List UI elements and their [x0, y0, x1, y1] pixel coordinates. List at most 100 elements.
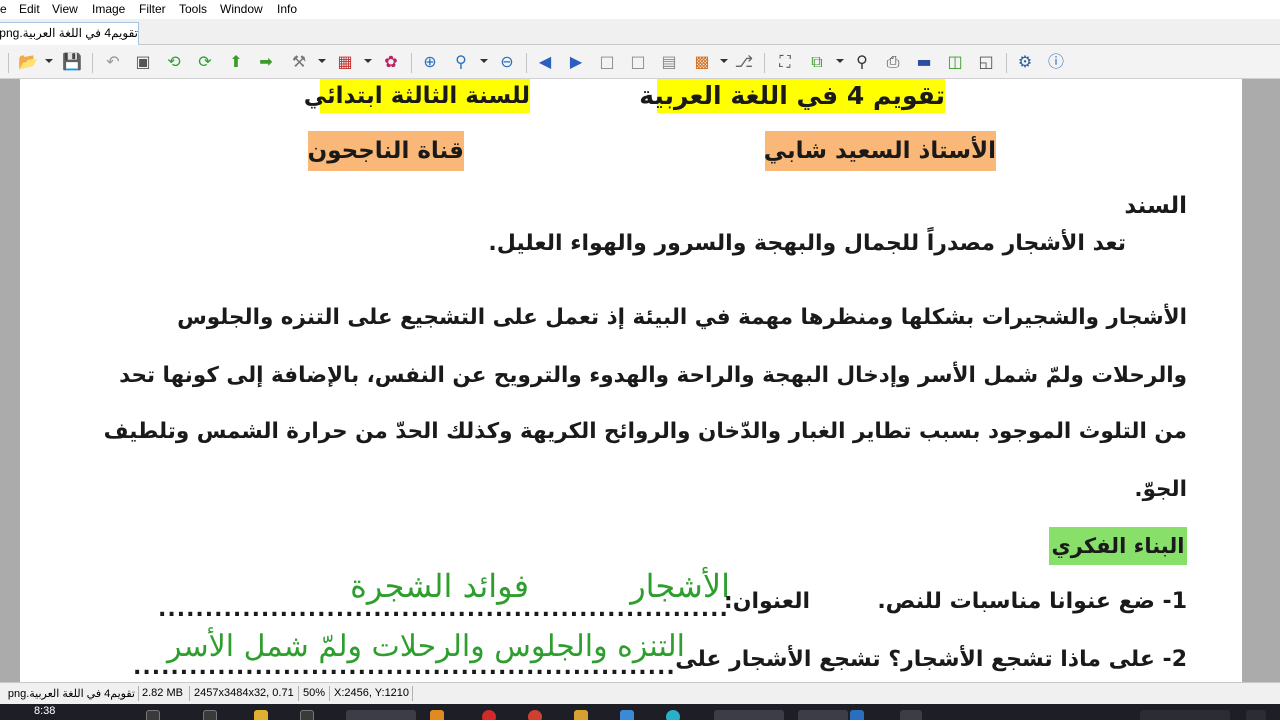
tools-icon[interactable]: ⚒: [289, 52, 309, 72]
file-explorer-icon[interactable]: [254, 710, 268, 720]
open-folder-icon[interactable]: 📂: [18, 52, 38, 72]
save-icon[interactable]: 💾: [62, 52, 82, 72]
copy-icon[interactable]: ⧉: [807, 52, 827, 72]
fit-window-icon[interactable]: ⛶: [775, 52, 795, 72]
status-separator: [412, 686, 413, 701]
zoom-dropdown-icon[interactable]: [480, 59, 488, 63]
menu-edit[interactable]: Edit: [19, 2, 40, 16]
notification-icon[interactable]: [1246, 710, 1266, 720]
status-separator: [298, 686, 299, 701]
doc-paragraph-line: والرحلات ولمّ شمل الأسر وإدخال البهجة وا…: [119, 363, 1187, 388]
taskbar-window-button[interactable]: [798, 710, 848, 720]
doc-answer-dots: ........................................…: [133, 655, 675, 680]
status-bar: تقويم4 في اللغة العربية.png 2.82 MB 2457…: [0, 682, 1280, 704]
system-tray[interactable]: [1140, 710, 1230, 720]
tab-strip: تقويم4 في اللغة العربية.png: [0, 19, 1280, 45]
status-filesize: 2.82 MB: [142, 687, 183, 699]
toolbar: 📂 💾 ↶ ▣ ⟲ ⟳ ⬆ ➡ ⚒ ▦ ✿ ⊕ ⚲ ⊖ ◀ ▶ □ □ ▤ ▩ …: [0, 45, 1280, 79]
doc-paragraph-line: من التلوث الموجود بسبب تطاير الغبار والد…: [103, 419, 1187, 444]
status-separator: [189, 686, 190, 701]
menu-info[interactable]: Info: [277, 2, 297, 16]
open-dropdown-icon[interactable]: [45, 59, 53, 63]
image-viewport[interactable]: تقويم 4 في اللغة العربية للسنة الثالثة ا…: [0, 79, 1280, 682]
doc-answer-dots: ........................................…: [158, 597, 730, 622]
previous-icon[interactable]: ◀: [535, 52, 555, 72]
info-icon[interactable]: ⓘ: [1046, 52, 1066, 72]
slideshow-icon[interactable]: ▩: [692, 52, 712, 72]
doc-build-label: البناء الفكري: [1049, 527, 1187, 565]
toolbar-separator: [526, 53, 527, 73]
toolbar-separator: [92, 53, 93, 73]
doc-channel-banner: قناة الناجحون: [308, 131, 464, 171]
status-separator: [138, 686, 139, 701]
status-separator: [329, 686, 330, 701]
edge-icon[interactable]: [666, 710, 680, 720]
color-dropdown-icon[interactable]: [364, 59, 372, 63]
document-image: تقويم 4 في اللغة العربية للسنة الثالثة ا…: [20, 79, 1242, 682]
taskbar-app-icon[interactable]: [620, 710, 634, 720]
doc-intro-line: تعد الأشجار مصدراً للجمال والبهجة والسرو…: [488, 231, 1126, 256]
menu-bar: e Edit View Image Filter Tools Window In…: [0, 0, 1280, 19]
taskbar-app-icon[interactable]: [203, 710, 217, 720]
menu-tools[interactable]: Tools: [179, 2, 207, 16]
rotate-left-icon[interactable]: ⟲: [164, 52, 184, 72]
color-icon[interactable]: ▦: [335, 52, 355, 72]
capture-icon[interactable]: ◱: [976, 52, 996, 72]
zoom-in-icon[interactable]: ⊕: [420, 52, 440, 72]
zoom-out-icon[interactable]: ⊖: [497, 52, 517, 72]
upload-icon[interactable]: ⬆: [226, 52, 246, 72]
doc-paragraph-line: الجوّ.: [1134, 477, 1187, 502]
print-icon[interactable]: ⎙: [883, 52, 903, 72]
settings-icon[interactable]: ⚙: [1015, 52, 1035, 72]
taskview-icon[interactable]: [146, 710, 160, 720]
toolbar-separator: [764, 53, 765, 73]
menu-filter[interactable]: Filter: [139, 2, 166, 16]
doc-question-2: 2- على ماذا تشجع الأشجار؟ تشجع الأشجار ع…: [675, 647, 1187, 672]
scanner-icon[interactable]: ▬: [914, 52, 934, 72]
taskbar-window-button[interactable]: [714, 710, 784, 720]
taskbar-window-button[interactable]: [346, 710, 416, 720]
undo-icon[interactable]: ↶: [103, 52, 123, 72]
doc-title-banner: تقويم 4 في اللغة العربية: [639, 79, 945, 113]
taskbar-app-icon[interactable]: [482, 710, 496, 720]
toolbar-separator: [1006, 53, 1007, 73]
toolbar-separator: [8, 53, 9, 73]
export-icon[interactable]: ➡: [256, 52, 276, 72]
taskbar-clock: 8:38: [34, 705, 56, 717]
doc-teacher-banner: الأستاذ السعيد شابي: [764, 131, 996, 171]
last-page-icon[interactable]: □: [628, 52, 648, 72]
status-zoom: 50%: [303, 687, 326, 699]
status-coords: X:2456, Y:1210: [334, 687, 410, 699]
convert-icon[interactable]: ◫: [945, 52, 965, 72]
menu-image[interactable]: Image: [92, 2, 125, 16]
tab-image-file[interactable]: تقويم4 في اللغة العربية.png: [0, 22, 139, 45]
image-viewer-window: e Edit View Image Filter Tools Window In…: [0, 0, 1280, 720]
chrome-icon[interactable]: [528, 710, 542, 720]
tools-dropdown-icon[interactable]: [318, 59, 326, 63]
doc-paragraph-line: الأشجار والشجيرات بشكلها ومنظرها مهمة في…: [177, 305, 1187, 330]
taskbar-app-icon[interactable]: [300, 710, 314, 720]
first-page-icon[interactable]: □: [597, 52, 617, 72]
rotate-right-icon[interactable]: ⟳: [195, 52, 215, 72]
menu-window[interactable]: Window: [220, 2, 263, 16]
taskbar-app-icon[interactable]: [850, 710, 864, 720]
menu-view[interactable]: View: [52, 2, 78, 16]
taskbar-app-icon[interactable]: [574, 710, 588, 720]
doc-grade-banner: للسنة الثالثة ابتدائي: [304, 79, 530, 113]
doc-section-label: السند: [1124, 193, 1187, 219]
taskbar-app-icon[interactable]: [430, 710, 444, 720]
menu-file[interactable]: e: [0, 2, 7, 16]
taskbar-window-button[interactable]: [900, 710, 922, 720]
doc-question-1-label: العنوان:: [723, 589, 810, 614]
crop-icon[interactable]: ▣: [133, 52, 153, 72]
lock-icon[interactable]: ⎇: [734, 52, 754, 72]
zoom-icon[interactable]: ⚲: [451, 52, 471, 72]
slideshow-dropdown-icon[interactable]: [720, 59, 728, 63]
next-icon[interactable]: ▶: [566, 52, 586, 72]
search-icon[interactable]: ⚲: [852, 52, 872, 72]
page-icon[interactable]: ▤: [659, 52, 679, 72]
status-dimensions: 2457x3484x32, 0.71: [194, 687, 294, 699]
effects-icon[interactable]: ✿: [381, 52, 401, 72]
copy-dropdown-icon[interactable]: [836, 59, 844, 63]
status-filename: تقويم4 في اللغة العربية.png: [7, 688, 135, 700]
